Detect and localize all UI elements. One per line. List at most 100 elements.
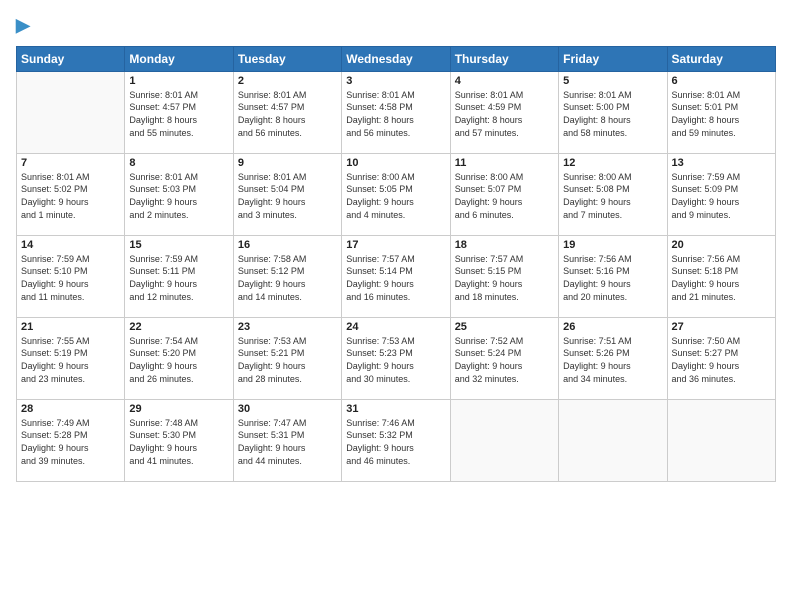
- calendar-cell: 3 Sunrise: 8:01 AM Sunset: 4:58 PM Daylig…: [342, 71, 450, 153]
- day-number: 31: [346, 403, 445, 415]
- calendar-cell: 18 Sunrise: 7:57 AM Sunset: 5:15 PM Dayli…: [450, 235, 558, 317]
- weekday-header-cell: Monday: [125, 46, 233, 71]
- day-info: Sunrise: 8:01 AM Sunset: 5:02 PM Dayligh…: [21, 171, 120, 221]
- day-info: Sunrise: 7:52 AM Sunset: 5:24 PM Dayligh…: [455, 335, 554, 385]
- calendar-cell: 31 Sunrise: 7:46 AM Sunset: 5:32 PM Dayli…: [342, 399, 450, 481]
- calendar-cell: 6 Sunrise: 8:01 AM Sunset: 5:01 PM Daylig…: [667, 71, 775, 153]
- day-info: Sunrise: 8:00 AM Sunset: 5:07 PM Dayligh…: [455, 171, 554, 221]
- day-info: Sunrise: 8:01 AM Sunset: 4:59 PM Dayligh…: [455, 89, 554, 139]
- day-info: Sunrise: 7:58 AM Sunset: 5:12 PM Dayligh…: [238, 253, 337, 303]
- day-info: Sunrise: 8:01 AM Sunset: 4:58 PM Dayligh…: [346, 89, 445, 139]
- day-number: 27: [672, 321, 771, 333]
- day-info: Sunrise: 7:46 AM Sunset: 5:32 PM Dayligh…: [346, 417, 445, 467]
- calendar-cell: 15 Sunrise: 7:59 AM Sunset: 5:11 PM Dayli…: [125, 235, 233, 317]
- logo-text: ▶: [16, 16, 30, 36]
- weekday-header-cell: Wednesday: [342, 46, 450, 71]
- day-info: Sunrise: 7:48 AM Sunset: 5:30 PM Dayligh…: [129, 417, 228, 467]
- day-number: 23: [238, 321, 337, 333]
- day-number: 3: [346, 75, 445, 87]
- day-number: 12: [563, 157, 662, 169]
- day-info: Sunrise: 7:54 AM Sunset: 5:20 PM Dayligh…: [129, 335, 228, 385]
- calendar-week-row: 7 Sunrise: 8:01 AM Sunset: 5:02 PM Daylig…: [17, 153, 776, 235]
- calendar-cell: 20 Sunrise: 7:56 AM Sunset: 5:18 PM Dayli…: [667, 235, 775, 317]
- day-info: Sunrise: 8:01 AM Sunset: 5:00 PM Dayligh…: [563, 89, 662, 139]
- day-info: Sunrise: 7:49 AM Sunset: 5:28 PM Dayligh…: [21, 417, 120, 467]
- day-info: Sunrise: 7:53 AM Sunset: 5:21 PM Dayligh…: [238, 335, 337, 385]
- weekday-header-cell: Sunday: [17, 46, 125, 71]
- calendar-week-row: 28 Sunrise: 7:49 AM Sunset: 5:28 PM Dayli…: [17, 399, 776, 481]
- day-info: Sunrise: 7:59 AM Sunset: 5:11 PM Dayligh…: [129, 253, 228, 303]
- day-info: Sunrise: 7:59 AM Sunset: 5:10 PM Dayligh…: [21, 253, 120, 303]
- calendar-cell: 8 Sunrise: 8:01 AM Sunset: 5:03 PM Daylig…: [125, 153, 233, 235]
- calendar-week-row: 1 Sunrise: 8:01 AM Sunset: 4:57 PM Daylig…: [17, 71, 776, 153]
- day-number: 14: [21, 239, 120, 251]
- day-number: 25: [455, 321, 554, 333]
- calendar-cell: 4 Sunrise: 8:01 AM Sunset: 4:59 PM Daylig…: [450, 71, 558, 153]
- weekday-header-cell: Friday: [559, 46, 667, 71]
- calendar-cell: 30 Sunrise: 7:47 AM Sunset: 5:31 PM Dayli…: [233, 399, 341, 481]
- day-number: 4: [455, 75, 554, 87]
- day-number: 22: [129, 321, 228, 333]
- day-number: 9: [238, 157, 337, 169]
- day-number: 26: [563, 321, 662, 333]
- day-number: 28: [21, 403, 120, 415]
- day-info: Sunrise: 7:55 AM Sunset: 5:19 PM Dayligh…: [21, 335, 120, 385]
- day-number: 5: [563, 75, 662, 87]
- day-number: 16: [238, 239, 337, 251]
- weekday-header-cell: Thursday: [450, 46, 558, 71]
- day-info: Sunrise: 8:01 AM Sunset: 5:03 PM Dayligh…: [129, 171, 228, 221]
- calendar-week-row: 14 Sunrise: 7:59 AM Sunset: 5:10 PM Dayli…: [17, 235, 776, 317]
- day-info: Sunrise: 7:56 AM Sunset: 5:18 PM Dayligh…: [672, 253, 771, 303]
- header: ▶: [16, 16, 776, 36]
- day-number: 7: [21, 157, 120, 169]
- calendar-cell: 11 Sunrise: 8:00 AM Sunset: 5:07 PM Dayli…: [450, 153, 558, 235]
- day-number: 30: [238, 403, 337, 415]
- calendar-cell: 5 Sunrise: 8:01 AM Sunset: 5:00 PM Daylig…: [559, 71, 667, 153]
- day-info: Sunrise: 7:47 AM Sunset: 5:31 PM Dayligh…: [238, 417, 337, 467]
- day-info: Sunrise: 7:56 AM Sunset: 5:16 PM Dayligh…: [563, 253, 662, 303]
- calendar-cell: [450, 399, 558, 481]
- calendar-cell: 19 Sunrise: 7:56 AM Sunset: 5:16 PM Dayli…: [559, 235, 667, 317]
- day-number: 8: [129, 157, 228, 169]
- day-number: 18: [455, 239, 554, 251]
- calendar-cell: 29 Sunrise: 7:48 AM Sunset: 5:30 PM Dayli…: [125, 399, 233, 481]
- weekday-header-cell: Saturday: [667, 46, 775, 71]
- calendar-cell: 24Sunrise: 7:53 AM Sunset: 5:23 PM Dayli…: [342, 317, 450, 399]
- calendar-cell: [559, 399, 667, 481]
- day-number: 1: [129, 75, 228, 87]
- day-info: Sunrise: 7:53 AM Sunset: 5:23 PM Dayligh…: [346, 335, 445, 385]
- day-info: Sunrise: 8:01 AM Sunset: 5:04 PM Dayligh…: [238, 171, 337, 221]
- weekday-header: SundayMondayTuesdayWednesdayThursdayFrid…: [17, 46, 776, 71]
- calendar-cell: 13Sunrise: 7:59 AM Sunset: 5:09 PM Dayli…: [667, 153, 775, 235]
- day-info: Sunrise: 8:00 AM Sunset: 5:08 PM Dayligh…: [563, 171, 662, 221]
- day-number: 19: [563, 239, 662, 251]
- day-info: Sunrise: 8:01 AM Sunset: 4:57 PM Dayligh…: [238, 89, 337, 139]
- calendar-cell: 10Sunrise: 8:00 AM Sunset: 5:05 PM Dayli…: [342, 153, 450, 235]
- day-number: 17: [346, 239, 445, 251]
- day-number: 15: [129, 239, 228, 251]
- calendar-cell: 14 Sunrise: 7:59 AM Sunset: 5:10 PM Dayli…: [17, 235, 125, 317]
- calendar-week-row: 21Sunrise: 7:55 AM Sunset: 5:19 PM Dayli…: [17, 317, 776, 399]
- day-number: 11: [455, 157, 554, 169]
- day-info: Sunrise: 8:01 AM Sunset: 4:57 PM Dayligh…: [129, 89, 228, 139]
- calendar-cell: 25 Sunrise: 7:52 AM Sunset: 5:24 PM Dayli…: [450, 317, 558, 399]
- calendar-cell: 12 Sunrise: 8:00 AM Sunset: 5:08 PM Dayli…: [559, 153, 667, 235]
- day-info: Sunrise: 7:50 AM Sunset: 5:27 PM Dayligh…: [672, 335, 771, 385]
- calendar-cell: 1 Sunrise: 8:01 AM Sunset: 4:57 PM Daylig…: [125, 71, 233, 153]
- calendar-cell: 27 Sunrise: 7:50 AM Sunset: 5:27 PM Dayli…: [667, 317, 775, 399]
- calendar-cell: 17Sunrise: 7:57 AM Sunset: 5:14 PM Dayli…: [342, 235, 450, 317]
- day-number: 6: [672, 75, 771, 87]
- day-number: 10: [346, 157, 445, 169]
- calendar-cell: [17, 71, 125, 153]
- day-number: 13: [672, 157, 771, 169]
- day-info: Sunrise: 8:01 AM Sunset: 5:01 PM Dayligh…: [672, 89, 771, 139]
- calendar-cell: 22 Sunrise: 7:54 AM Sunset: 5:20 PM Dayli…: [125, 317, 233, 399]
- calendar-cell: 23 Sunrise: 7:53 AM Sunset: 5:21 PM Dayli…: [233, 317, 341, 399]
- day-number: 20: [672, 239, 771, 251]
- day-number: 29: [129, 403, 228, 415]
- day-info: Sunrise: 7:57 AM Sunset: 5:15 PM Dayligh…: [455, 253, 554, 303]
- calendar-body: 1 Sunrise: 8:01 AM Sunset: 4:57 PM Daylig…: [17, 71, 776, 481]
- logo: ▶: [16, 16, 30, 36]
- calendar-cell: 26Sunrise: 7:51 AM Sunset: 5:26 PM Dayli…: [559, 317, 667, 399]
- weekday-header-cell: Tuesday: [233, 46, 341, 71]
